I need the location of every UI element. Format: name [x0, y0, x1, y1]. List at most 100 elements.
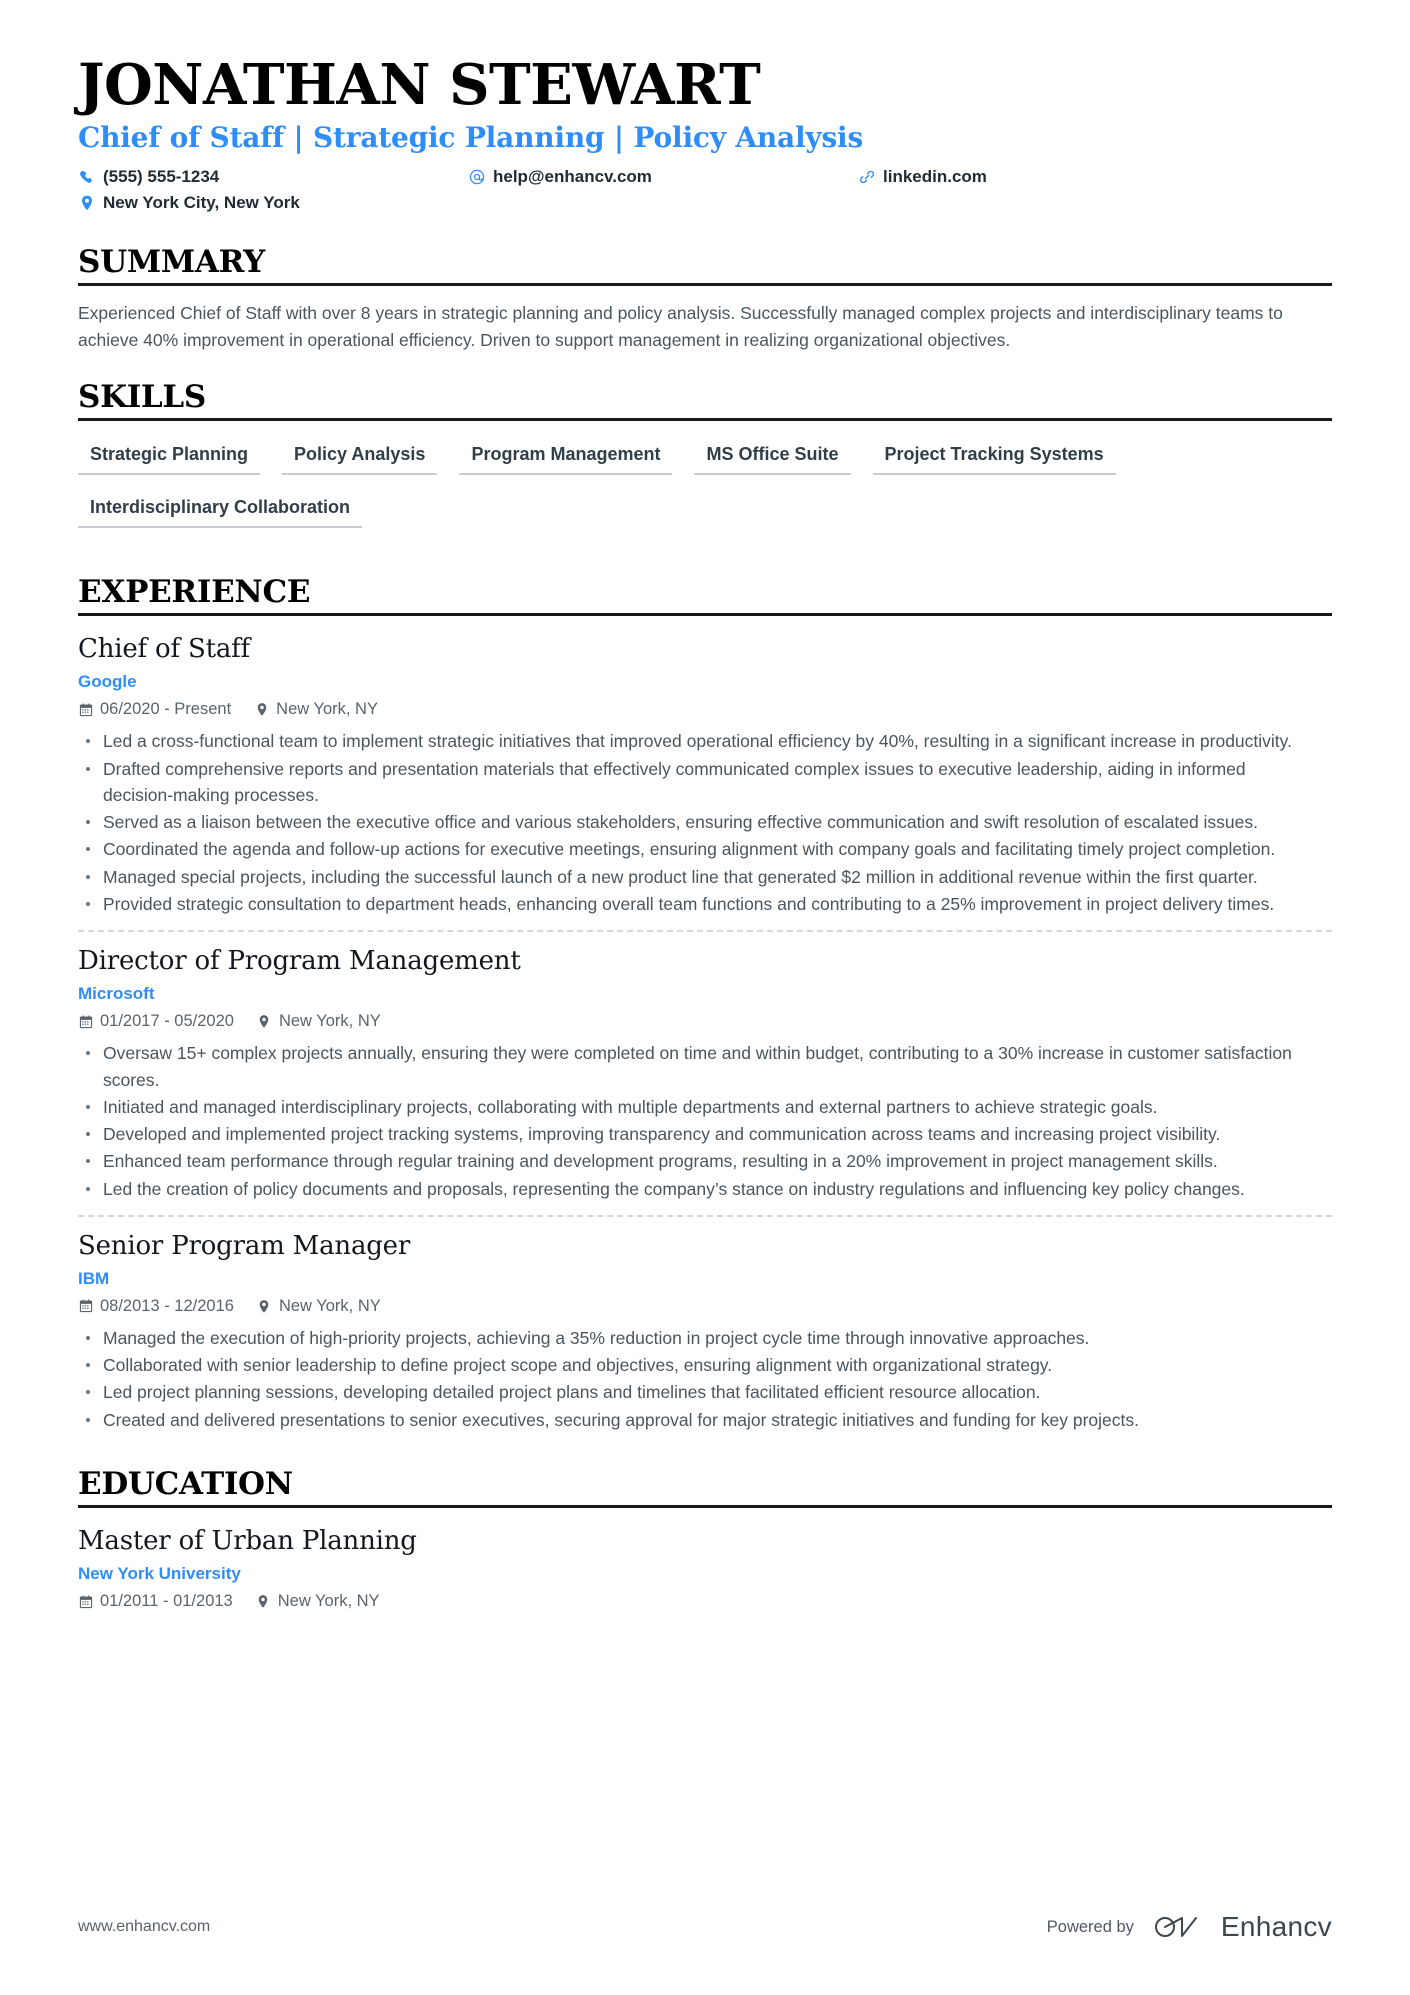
education-location: New York, NY	[256, 1592, 380, 1611]
skill-chip: Program Management	[459, 435, 673, 476]
phone-icon	[78, 169, 95, 186]
job-dates-text: 08/2013 - 12/2016	[100, 1296, 234, 1315]
contact-link-text: linkedin.com	[883, 167, 987, 187]
skill-chip: Interdisciplinary Collaboration	[78, 488, 363, 529]
footer-branding: Powered by Enhancv	[1047, 1911, 1332, 1943]
job-location: New York, NY	[257, 1297, 381, 1316]
education-meta: 01/2011 - 01/2013 New York, NY	[78, 1592, 1332, 1611]
link-icon	[858, 169, 875, 186]
summary-text: Experienced Chief of Staff with over 8 y…	[78, 303, 1283, 351]
professional-headline: Chief of Staff | Strategic Planning | Po…	[78, 121, 864, 155]
page-title: JONATHAN STEWART	[78, 52, 761, 118]
contact-row-primary: (555) 555-1234 help@enhancv.com linkedin…	[78, 164, 1332, 190]
job-dates: 01/2017 - 05/2020	[78, 1012, 234, 1031]
company-name[interactable]: Microsoft	[78, 984, 1332, 1004]
education-location-text: New York, NY	[277, 1592, 380, 1611]
bullet-item: Provided strategic consultation to depar…	[78, 891, 1316, 917]
contact-email-text: help@enhancv.com	[493, 167, 652, 187]
school-name[interactable]: New York University	[78, 1564, 1332, 1584]
page-footer: www.enhancv.com Powered by Enhancv	[78, 1911, 1332, 1943]
section-divider	[78, 418, 1332, 422]
section-summary: SUMMARY Experienced Chief of Staff with …	[78, 245, 1332, 354]
resume-header: JONATHAN STEWART Chief of Staff | Strate…	[78, 52, 1332, 215]
job-location-text: New York, NY	[276, 700, 378, 719]
job-meta: 01/2017 - 05/2020 New York, NY	[78, 1012, 1332, 1031]
calendar-icon	[78, 1594, 93, 1609]
powered-by-label: Powered by	[1046, 1917, 1134, 1936]
section-title-summary: SUMMARY	[78, 244, 265, 281]
contact-link[interactable]: linkedin.com	[858, 164, 987, 190]
section-divider	[78, 283, 1332, 287]
brand-name: Enhancv	[1220, 1911, 1332, 1942]
job-location: New York, NY	[254, 700, 378, 719]
experience-entry: Senior Program Manager IBM 08/2013 - 12/…	[78, 1214, 1332, 1433]
job-dates-text: 01/2017 - 05/2020	[100, 1012, 234, 1031]
enhancv-mark-icon	[1154, 1917, 1197, 1937]
education-entry: Master of Urban Planning New York Univer…	[78, 1522, 1332, 1611]
job-title: Chief of Staff	[78, 634, 250, 665]
bullet-item: Enhanced team performance through regula…	[78, 1148, 1316, 1174]
section-education: EDUCATION Master of Urban Planning New Y…	[78, 1467, 1332, 1611]
contact-location: New York City, New York	[78, 190, 468, 216]
education-dates-text: 01/2011 - 01/2013	[100, 1592, 233, 1611]
section-title-skills: SKILLS	[78, 378, 207, 415]
skill-chip: Project Tracking Systems	[872, 435, 1116, 476]
location-pin-icon	[78, 194, 95, 211]
section-title-education: EDUCATION	[78, 1465, 293, 1502]
degree-title: Master of Urban Planning	[78, 1526, 417, 1557]
bullet-item: Oversaw 15+ complex projects annually, e…	[78, 1040, 1316, 1093]
bullet-item: Created and delivered presentations to s…	[78, 1407, 1316, 1433]
job-location-text: New York, NY	[278, 1296, 381, 1315]
footer-website-url[interactable]: www.enhancv.com	[78, 1918, 210, 1936]
job-dates: 08/2013 - 12/2016	[78, 1297, 234, 1316]
job-title: Senior Program Manager	[78, 1230, 411, 1261]
location-pin-icon	[257, 1014, 272, 1029]
calendar-icon	[78, 1014, 93, 1029]
resume-page: JONATHAN STEWART Chief of Staff | Strate…	[0, 0, 1410, 1995]
location-pin-icon	[257, 1299, 272, 1314]
job-bullets: Led a cross-functional team to implement…	[78, 728, 1332, 917]
calendar-icon	[78, 1299, 93, 1314]
skill-chip: Policy Analysis	[282, 435, 438, 476]
contact-email[interactable]: help@enhancv.com	[468, 164, 858, 190]
job-dates-text: 06/2020 - Present	[100, 700, 232, 719]
bullet-item: Drafted comprehensive reports and presen…	[78, 756, 1316, 809]
contact-location-text: New York City, New York	[103, 192, 300, 212]
section-divider	[78, 1505, 1332, 1509]
bullet-item: Collaborated with senior leadership to d…	[78, 1352, 1316, 1378]
section-title-experience: EXPERIENCE	[78, 574, 311, 611]
bullet-item: Managed special projects, including the …	[78, 864, 1316, 890]
bullet-item: Served as a liaison between the executiv…	[78, 809, 1316, 835]
enhancv-logo: Enhancv	[1152, 1911, 1332, 1943]
bullet-item: Led the creation of policy documents and…	[78, 1176, 1316, 1202]
section-experience: EXPERIENCE Chief of Staff Google 06/2020…	[78, 575, 1332, 1433]
location-pin-icon	[256, 1594, 271, 1609]
job-meta: 06/2020 - Present New York, NY	[78, 700, 1332, 719]
bullet-item: Initiated and managed interdisciplinary …	[78, 1094, 1316, 1120]
email-at-icon	[468, 169, 485, 186]
job-dates: 06/2020 - Present	[78, 700, 231, 719]
section-skills: SKILLS Strategic Planning Policy Analysi…	[78, 380, 1332, 541]
job-location: New York, NY	[257, 1012, 381, 1031]
bullet-item: Developed and implemented project tracki…	[78, 1121, 1316, 1147]
job-bullets: Oversaw 15+ complex projects annually, e…	[78, 1040, 1332, 1202]
contact-info: (555) 555-1234 help@enhancv.com linkedin…	[78, 164, 1332, 215]
bullet-item: Led a cross-functional team to implement…	[78, 728, 1316, 754]
section-divider	[78, 613, 1332, 617]
bullet-item: Coordinated the agenda and follow-up act…	[78, 836, 1316, 862]
contact-row-secondary: New York City, New York	[78, 190, 1332, 216]
experience-entry: Chief of Staff Google 06/2020 - Present	[78, 630, 1332, 917]
company-name[interactable]: Google	[78, 672, 1332, 692]
contact-phone[interactable]: (555) 555-1234	[78, 164, 468, 190]
education-dates: 01/2011 - 01/2013	[78, 1592, 233, 1611]
calendar-icon	[78, 702, 93, 717]
job-meta: 08/2013 - 12/2016 New York, NY	[78, 1297, 1332, 1316]
skill-chip: Strategic Planning	[78, 435, 261, 476]
job-bullets: Managed the execution of high-priority p…	[78, 1325, 1332, 1433]
job-location-text: New York, NY	[278, 1012, 381, 1031]
location-pin-icon	[254, 702, 269, 717]
job-title: Director of Program Management	[78, 946, 521, 977]
skill-chip: MS Office Suite	[694, 435, 851, 476]
experience-entry: Director of Program Management Microsoft…	[78, 930, 1332, 1202]
company-name[interactable]: IBM	[78, 1269, 1332, 1289]
